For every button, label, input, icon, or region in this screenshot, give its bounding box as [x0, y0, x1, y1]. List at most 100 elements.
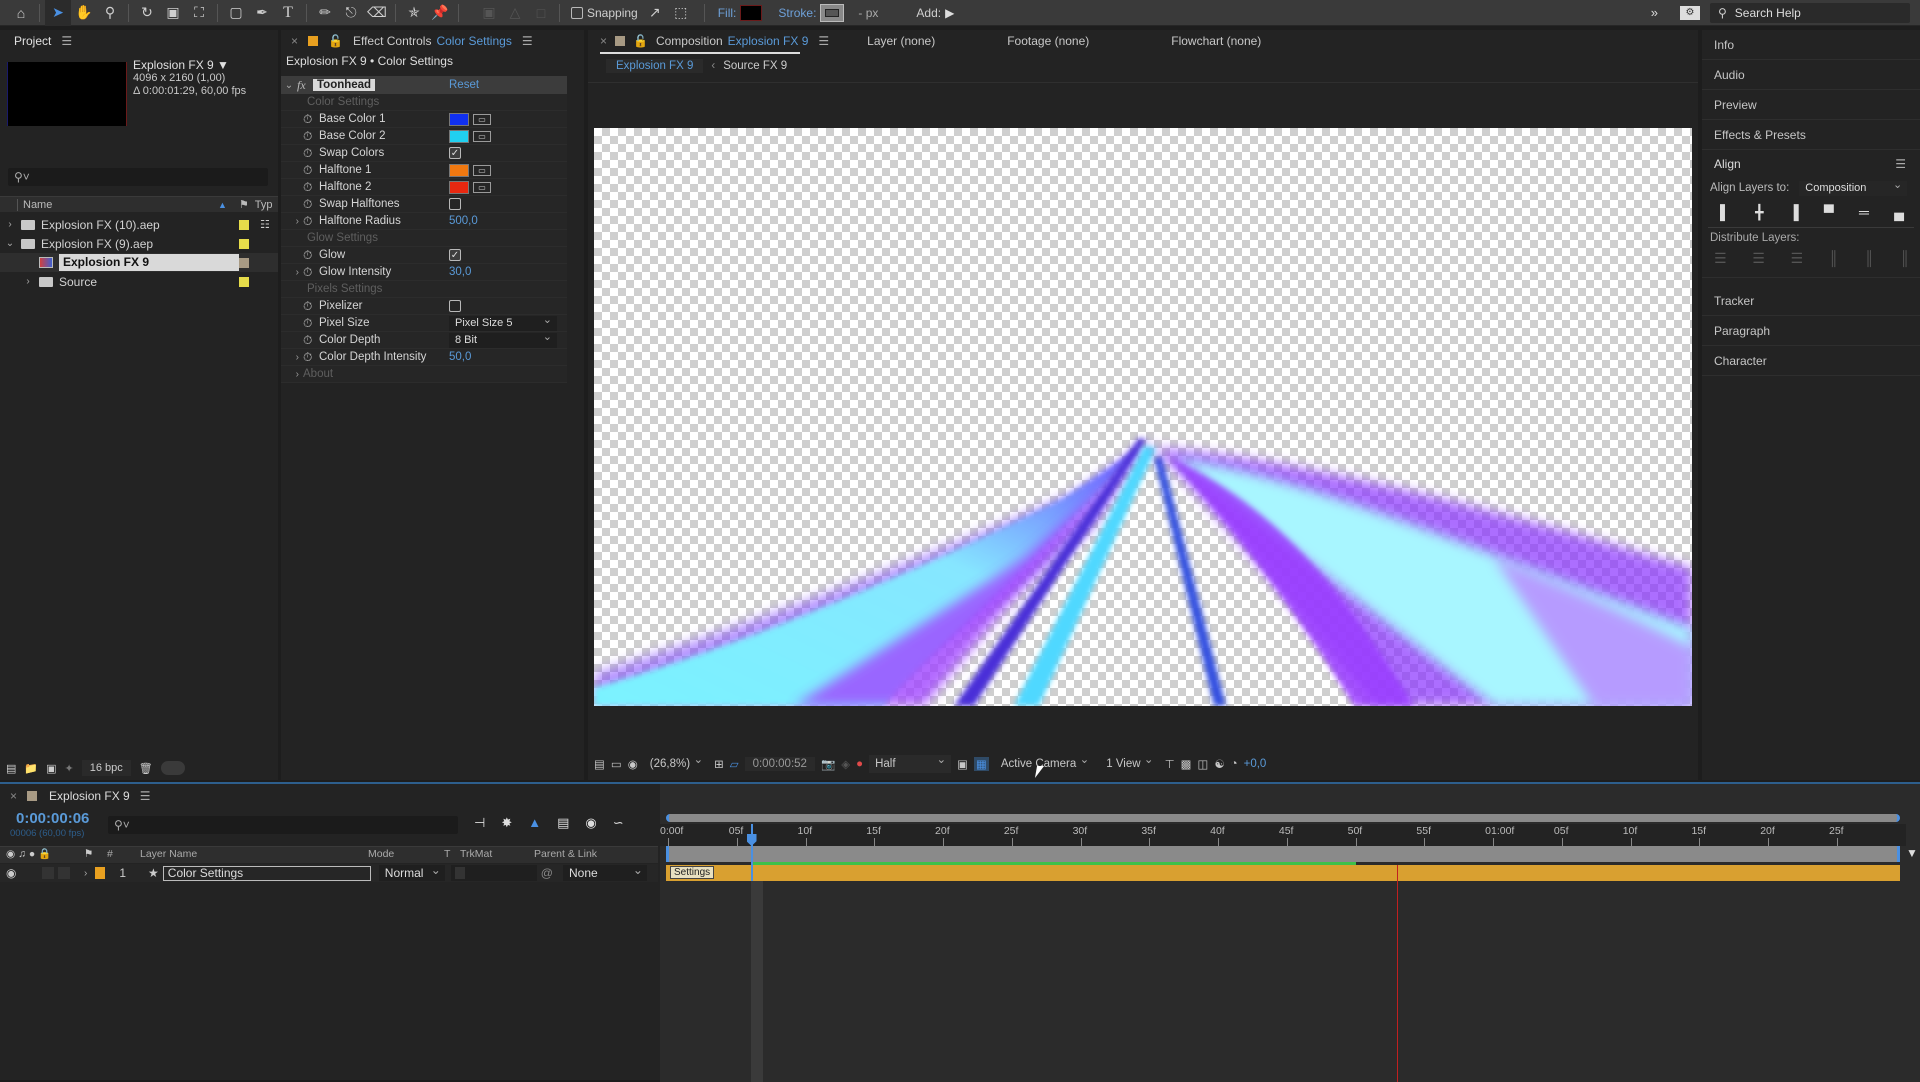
new-composition-icon[interactable]: ▣	[46, 762, 56, 775]
render-queue-icon[interactable]: ✦	[65, 762, 74, 775]
hand-tool-icon[interactable]: ✋	[71, 0, 97, 26]
current-time-display[interactable]: 0:00:00:06	[16, 810, 89, 827]
shy-layers-icon[interactable]: ▲	[528, 815, 541, 831]
label-column-icon[interactable]: ⚑	[84, 846, 93, 863]
layer-row[interactable]: ◉ › 1 ★ Color Settings Normal ⌄ @ None ⌄	[0, 863, 658, 882]
project-item[interactable]: › Explosion FX (10).aep ☷	[0, 215, 278, 234]
reset-button[interactable]: Reset	[449, 79, 479, 91]
stopwatch-icon[interactable]: ⏱	[303, 180, 319, 195]
column-layer-name[interactable]: Layer Name	[140, 846, 197, 863]
stroke-swatch[interactable]	[820, 3, 845, 22]
rotation-tool-icon[interactable]: ↻	[134, 0, 160, 26]
work-area-navigator[interactable]	[666, 814, 1900, 822]
selection-tool-icon[interactable]: ➤	[45, 0, 71, 26]
snapshot-icon[interactable]: 📷	[821, 757, 835, 771]
twirl-down-icon[interactable]: ⌄	[281, 80, 297, 91]
fast-previews-icon[interactable]: ▣	[957, 757, 968, 771]
project-item[interactable]: Explosion FX 9	[0, 253, 278, 272]
puppet-pin-tool-icon[interactable]: 📌	[427, 0, 453, 26]
type-tool-icon[interactable]: T	[275, 0, 301, 26]
layer-name[interactable]: Color Settings	[162, 865, 371, 881]
pick-whip-icon[interactable]: @	[541, 866, 553, 880]
channels-icon[interactable]: ●	[856, 758, 863, 770]
eyedropper-icon[interactable]: ▭	[473, 130, 491, 142]
current-time-field[interactable]: 0:00:00:52	[744, 757, 815, 771]
checkbox[interactable]	[449, 198, 461, 210]
fast-previews-2-icon[interactable]: ▩	[1181, 757, 1192, 771]
eyedropper-icon[interactable]: ▭	[473, 181, 491, 193]
fx-icon[interactable]: fx	[297, 78, 313, 93]
timeline-tab-name[interactable]: Explosion FX 9	[49, 789, 130, 803]
always-preview-icon[interactable]: ▤	[594, 757, 605, 771]
lock-icon[interactable]: 🔓	[633, 34, 648, 48]
composition-viewer[interactable]	[594, 128, 1692, 706]
snap-features-icon[interactable]: ⬚	[668, 0, 694, 26]
layer-bar[interactable]	[666, 865, 1900, 881]
workspace-icon[interactable]: ⚙	[1680, 5, 1700, 20]
zoom-tool-icon[interactable]: ⚲	[97, 0, 123, 26]
search-help[interactable]: ⚲ Search Help	[1710, 2, 1910, 23]
graph-editor-icon[interactable]: ∽	[613, 815, 624, 831]
snap-edges-icon[interactable]: ↗	[642, 0, 668, 26]
stopwatch-icon[interactable]: ⏱	[303, 197, 319, 212]
expand-toolbar-icon[interactable]: »	[1651, 5, 1658, 20]
column-number[interactable]: #	[107, 846, 113, 863]
region-of-interest-icon[interactable]: ▱	[730, 757, 739, 771]
panel-menu-icon[interactable]: ☰	[61, 34, 72, 48]
project-item[interactable]: › Source	[0, 272, 278, 291]
color-swatch[interactable]	[449, 163, 469, 177]
stopwatch-icon[interactable]: ⏱	[303, 163, 319, 178]
column-trkmat[interactable]: TrkMat	[460, 846, 492, 863]
stopwatch-icon[interactable]: ⏱	[303, 316, 319, 331]
lock-icon[interactable]: 🔓	[328, 34, 343, 48]
layer-label-color[interactable]	[95, 867, 106, 879]
work-area-bar[interactable]	[666, 846, 1900, 862]
panel-paragraph[interactable]: Paragraph	[1702, 316, 1920, 346]
effect-name[interactable]: Toonhead	[313, 79, 376, 91]
panel-character[interactable]: Character	[1702, 346, 1920, 376]
panel-audio[interactable]: Audio	[1702, 60, 1920, 90]
panel-effects-presets[interactable]: Effects & Presets	[1702, 120, 1920, 150]
color-swatch[interactable]	[449, 180, 469, 194]
panel-tracker[interactable]: Tracker	[1702, 286, 1920, 316]
stopwatch-icon[interactable]: ⏱	[303, 350, 319, 365]
pen-tool-icon[interactable]: ✒	[249, 0, 275, 26]
stopwatch-icon[interactable]: ⏱	[303, 146, 319, 161]
numeric-value[interactable]: 50,0	[449, 351, 471, 363]
panel-info[interactable]: Info	[1702, 30, 1920, 60]
sort-ascending-icon[interactable]: ▲	[218, 200, 227, 210]
column-t[interactable]: T	[444, 846, 450, 863]
fill-swatch[interactable]	[740, 4, 763, 21]
bpc-button[interactable]: 16 bpc	[81, 760, 131, 776]
mask-visibility-icon[interactable]: ◉	[628, 757, 638, 771]
motion-blur-icon[interactable]: ◉	[585, 815, 596, 831]
stopwatch-icon[interactable]: ⏱	[303, 112, 319, 127]
timeline-icon[interactable]: ◫	[1197, 757, 1208, 771]
panel-menu-icon[interactable]: ☰	[1895, 157, 1906, 171]
column-parent[interactable]: Parent & Link	[534, 846, 597, 863]
align-panel-title[interactable]: Align	[1714, 157, 1741, 171]
composition-mini-flowchart-icon[interactable]: ⊣	[474, 815, 485, 831]
property-dropdown[interactable]: 8 Bit	[449, 330, 557, 348]
align-right-icon[interactable]: ▐	[1789, 204, 1799, 221]
close-tab-icon[interactable]: ×	[10, 789, 17, 803]
twirl-right-icon[interactable]: ›	[3, 219, 17, 230]
label-column-icon[interactable]: ⚑	[239, 198, 249, 211]
close-tab-icon[interactable]: ×	[600, 34, 607, 48]
checkbox[interactable]	[449, 249, 461, 261]
stopwatch-icon[interactable]: ⏱	[303, 214, 319, 229]
composition-tab-title[interactable]: Composition	[656, 34, 723, 48]
label-color[interactable]	[239, 276, 249, 287]
exposure-reset-icon[interactable]: ◔	[1231, 758, 1238, 770]
interpret-footage-icon[interactable]: ▤	[6, 762, 16, 775]
toggle-button[interactable]	[160, 761, 185, 775]
resolution-dropdown[interactable]: Half	[869, 751, 952, 773]
snapping-checkbox[interactable]	[571, 6, 583, 19]
panel-menu-icon[interactable]: ☰	[140, 789, 151, 803]
audio-switch[interactable]	[42, 867, 54, 879]
breadcrumb-item[interactable]: Source FX 9	[723, 60, 787, 72]
eraser-tool-icon[interactable]: ⌫	[364, 0, 390, 26]
twirl-down-icon[interactable]: ⌄	[3, 238, 17, 249]
view-layout-dropdown[interactable]: 1 View	[1100, 751, 1158, 773]
trkmat-field[interactable]	[450, 865, 537, 881]
